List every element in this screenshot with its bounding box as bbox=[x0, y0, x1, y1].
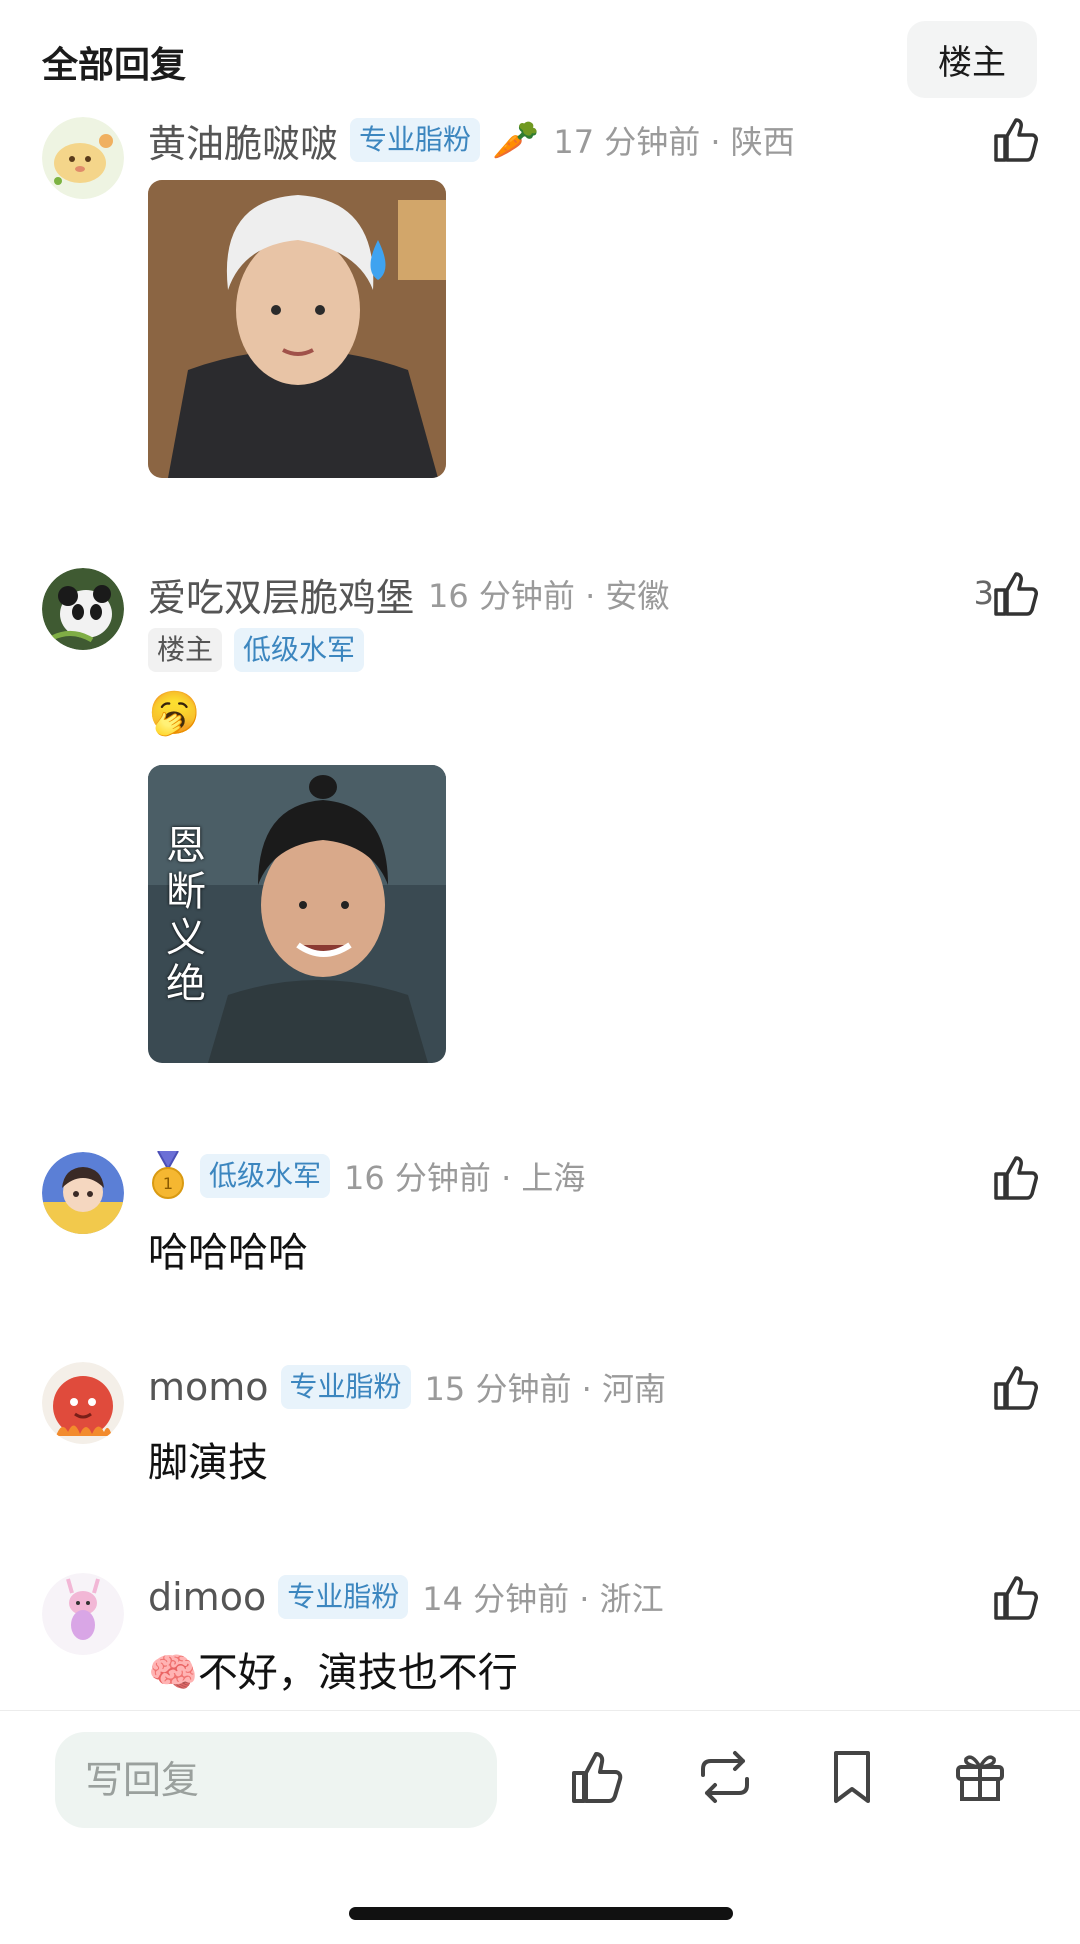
thumbs-up-icon[interactable] bbox=[567, 1747, 627, 1807]
header: 全部回复 楼主 bbox=[0, 0, 1080, 120]
thumbs-up-icon[interactable] bbox=[990, 114, 1042, 166]
thumbs-up-icon[interactable] bbox=[990, 1362, 1042, 1414]
sticker-caption: 恩断义绝 bbox=[166, 823, 206, 1007]
gold-medal-icon: 1 bbox=[148, 1150, 188, 1201]
comment-emoji: 🥱 bbox=[148, 688, 201, 737]
bottom-action-bar bbox=[0, 1710, 1080, 1944]
gift-icon[interactable] bbox=[950, 1747, 1010, 1807]
avatar[interactable] bbox=[42, 117, 124, 199]
badge-row: 楼主 低级水军 bbox=[148, 626, 365, 674]
page-title: 全部回复 bbox=[42, 45, 187, 86]
avatar[interactable] bbox=[42, 568, 124, 650]
sticker-image[interactable] bbox=[148, 180, 446, 478]
comment-meta: 1 低级水军 16 分钟前 · 上海 bbox=[148, 1150, 586, 1201]
fan-badge[interactable]: 专业脂粉 bbox=[350, 118, 481, 162]
comment-time-location: 17 分钟前 · 陕西 bbox=[553, 123, 795, 161]
bookmark-icon[interactable] bbox=[822, 1747, 882, 1807]
username[interactable]: dimoo bbox=[148, 1575, 266, 1619]
thumbs-up-icon[interactable] bbox=[990, 1572, 1042, 1624]
comment-time-location: 16 分钟前 · 上海 bbox=[344, 1159, 586, 1197]
comment-time-location: 15 分钟前 · 河南 bbox=[424, 1370, 666, 1408]
username[interactable]: 爱吃双层脆鸡堡 bbox=[148, 567, 414, 622]
comment-text: 脚演技 bbox=[148, 1440, 268, 1486]
username[interactable]: 黄油脆啵啵 bbox=[148, 113, 338, 168]
sticker-image[interactable]: 恩断义绝 bbox=[148, 765, 446, 1063]
comment-meta: 黄油脆啵啵 专业脂粉 🥕 17 分钟前 · 陕西 bbox=[148, 116, 795, 166]
op-only-filter-button[interactable]: 楼主 bbox=[907, 21, 1037, 98]
fan-badge[interactable]: 低级水军 bbox=[200, 1154, 331, 1198]
fan-badge[interactable]: 低级水军 bbox=[234, 628, 365, 672]
username[interactable]: momo bbox=[148, 1365, 269, 1409]
avatar[interactable] bbox=[42, 1573, 124, 1655]
comment-text: 不好，演技也不行 bbox=[197, 1650, 518, 1696]
brain-icon: 🧠 bbox=[148, 1650, 198, 1696]
comment-meta: momo 专业脂粉 15 分钟前 · 河南 bbox=[148, 1363, 666, 1411]
comment-text: 哈哈哈哈 bbox=[148, 1230, 308, 1276]
comment-meta: dimoo 专业脂粉 14 分钟前 · 浙江 bbox=[148, 1573, 664, 1621]
svg-text:1: 1 bbox=[163, 1174, 173, 1193]
comment-time-location: 16 分钟前 · 安徽 bbox=[428, 577, 670, 615]
fan-badge[interactable]: 专业脂粉 bbox=[280, 1365, 411, 1409]
repost-icon[interactable] bbox=[695, 1747, 755, 1807]
carrot-icon: 🥕 bbox=[492, 117, 540, 162]
thumbs-up-icon[interactable] bbox=[990, 568, 1042, 620]
reply-input[interactable] bbox=[55, 1732, 497, 1828]
thumbs-up-icon[interactable] bbox=[990, 1152, 1042, 1204]
home-indicator bbox=[349, 1907, 733, 1920]
comment-time-location: 14 分钟前 · 浙江 bbox=[422, 1580, 664, 1618]
fan-badge[interactable]: 专业脂粉 bbox=[278, 1575, 409, 1619]
comment-meta: 爱吃双层脆鸡堡 16 分钟前 · 安徽 bbox=[148, 570, 670, 620]
comment-text-row: 🧠不好，演技也不行 bbox=[148, 1640, 518, 1698]
avatar[interactable] bbox=[42, 1362, 124, 1444]
avatar[interactable] bbox=[42, 1152, 124, 1234]
op-badge[interactable]: 楼主 bbox=[148, 628, 223, 672]
